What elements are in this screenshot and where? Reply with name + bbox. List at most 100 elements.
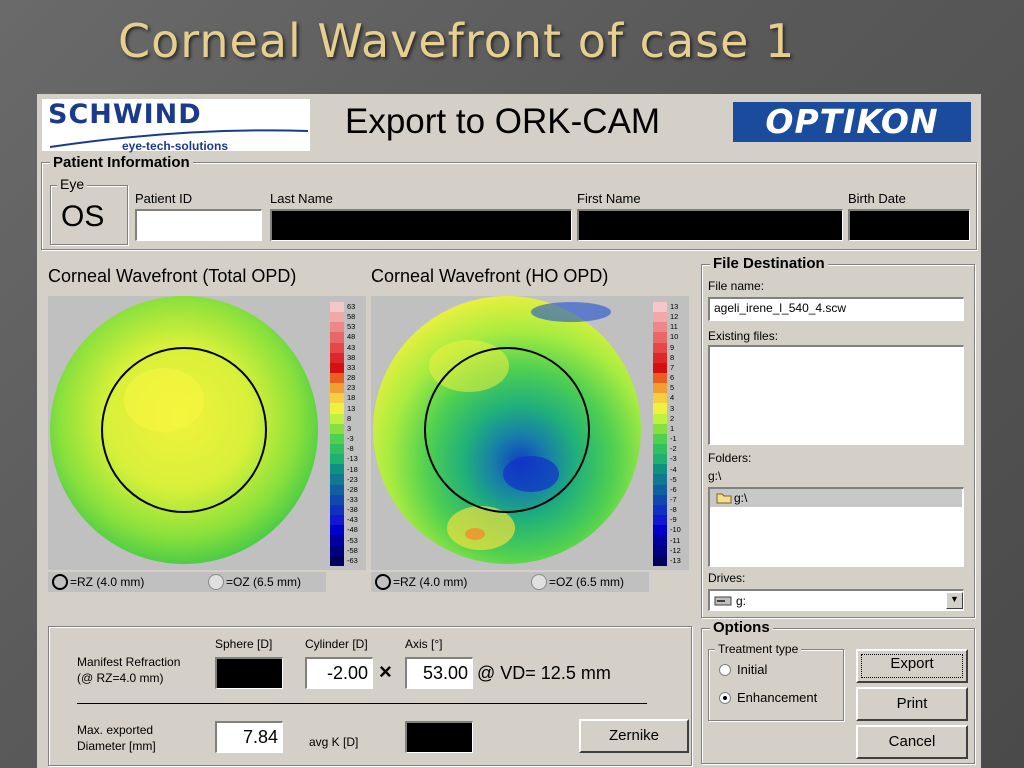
scale-tick-label: 63 [347,302,356,311]
scale-tick-label: -8 [670,505,677,515]
scale-tick-label: 3 [670,403,675,413]
eye-label: Eye [57,176,88,192]
scale-tick-label: -63 [347,555,358,565]
scale-swatch [330,423,344,434]
drives-select[interactable]: g: ▼ [708,589,964,611]
scale-tick-label: 11 [670,322,678,332]
patient-id-label: Patient ID [135,191,193,206]
scale-swatch [653,433,667,444]
scale-swatch [330,545,344,556]
export-button[interactable]: Export [856,649,968,683]
scale-tick-label: -2 [670,444,677,454]
vd-text: @ VD= 12.5 mm [477,663,611,683]
chevron-down-icon[interactable]: ▼ [946,592,963,609]
scale-swatch [330,322,344,333]
axis-field[interactable]: 53.00 [405,657,473,689]
scale-tick-label: -28 [347,484,358,494]
scale-swatch [653,383,667,394]
total-opd-map [50,296,318,564]
oz-ring-icon [531,574,547,590]
total-opd-legend: =RZ (4.0 mm) =OZ (6.5 mm) [48,572,326,592]
oz-ring-icon [208,574,224,590]
scale-swatch [653,484,667,495]
scale-tick-label: -3 [347,434,354,444]
scale-tick-label: -23 [347,474,358,484]
file-name-input[interactable]: ageli_irene_l_540_4.scw [708,297,964,321]
optikon-logo: OPTIKON [733,102,971,142]
scale-swatch [653,504,667,515]
scale-tick-label: -53 [347,535,358,545]
first-name-field[interactable] [577,209,843,241]
drive-value: g: [736,594,747,608]
scale-tick-label: 5 [670,383,675,393]
cylinder-label: Cylinder [D] [305,637,368,651]
scale-swatch [330,362,344,373]
scale-swatch [653,454,667,465]
rz-legend-text: =RZ (4.0 mm) [70,575,145,589]
total-opd-map-panel: 63 58 53 48 43 38 33 28 23 18 13 8 3 -3 -8 -13 -18 -23 -28… [48,296,366,570]
zernike-button[interactable]: Zernike [579,719,689,753]
scale-tick-label: -9 [670,515,677,525]
scale-tick-label: 53 [347,322,356,332]
existing-files-list[interactable] [708,345,964,445]
total-opd-title: Corneal Wavefront (Total OPD) [48,266,297,286]
birth-date-field[interactable] [848,209,970,241]
scale-tick-label: 9 [670,342,675,352]
oz-legend-text: =OZ (6.5 mm) [226,575,302,589]
folder-icon [716,493,732,504]
enhancement-label: Enhancement [737,690,818,705]
folders-label: Folders: [708,451,752,465]
scale-swatch [653,525,667,536]
drive-icon [714,596,732,606]
scale-swatch [653,322,667,333]
cylinder-field[interactable]: -2.00 [305,657,373,689]
slide-title: Corneal Wavefront of case 1 [118,14,796,68]
scale-tick-label: -7 [670,494,677,504]
scale-swatch [330,312,344,323]
avg-k-field[interactable] [405,721,473,753]
scale-swatch [653,372,667,384]
sphere-field[interactable] [215,657,283,689]
scale-tick-label: 13 [670,302,679,311]
scale-swatch [653,302,667,313]
folder-item[interactable]: g:\ [710,489,962,507]
scale-swatch [653,494,667,505]
max-diameter-field[interactable]: 7.84 [215,721,283,753]
scale-swatch [653,474,667,485]
dialog-title: Export to ORK-CAM [345,102,661,141]
scale-swatch [330,383,344,394]
patient-info-group: Patient Information Eye OS Patient ID La… [41,154,977,250]
patient-id-field[interactable] [135,209,262,241]
folders-path: g:\ [708,469,722,483]
last-name-field[interactable] [270,209,572,241]
rz-ring-icon [375,574,391,590]
print-button[interactable]: Print [856,687,968,721]
scale-tick-label: 28 [347,373,356,383]
enhancement-radio[interactable] [719,692,731,704]
scale-tick-label: -13 [670,555,681,565]
scale-tick-label: -10 [670,525,681,535]
scale-tick-label: -58 [347,545,358,555]
scale-tick-label: 43 [347,342,356,352]
scale-swatch [330,413,344,424]
total-opd-scale-labels: 63 58 53 48 43 38 33 28 23 18 13 8 3 -3 -8 -13 -18 -23 -28… [344,302,366,566]
scale-tick-label: 2 [670,413,675,423]
scale-swatch [653,312,667,323]
scale-tick-label: -48 [347,525,358,535]
folders-list[interactable]: g:\ [708,487,964,567]
file-destination-group: File Destination File name: ageli_irene_… [701,255,975,618]
initial-radio[interactable] [719,664,731,676]
scale-swatch [330,494,344,505]
rz-ring-icon [52,574,68,590]
ho-opd-map-panel: 13 12 11 10 9 8 7 6 5 4 3 2 1 -1 -2 -3 -4 -5 -6 -7 -8 -9 -10 -1… [371,296,689,570]
birth-date-label: Birth Date [848,191,906,206]
scale-swatch [653,555,667,566]
ho-opd-map [373,296,641,564]
cancel-button[interactable]: Cancel [856,725,968,759]
manifest-sublabel: (@ RZ=4.0 mm) [77,671,164,685]
drives-label: Drives: [708,571,746,585]
scale-tick-label: 8 [347,413,352,423]
scale-tick-label: 1 [670,423,675,433]
manifest-label: Manifest Refraction [77,655,181,669]
scale-tick-label: -18 [347,464,358,474]
